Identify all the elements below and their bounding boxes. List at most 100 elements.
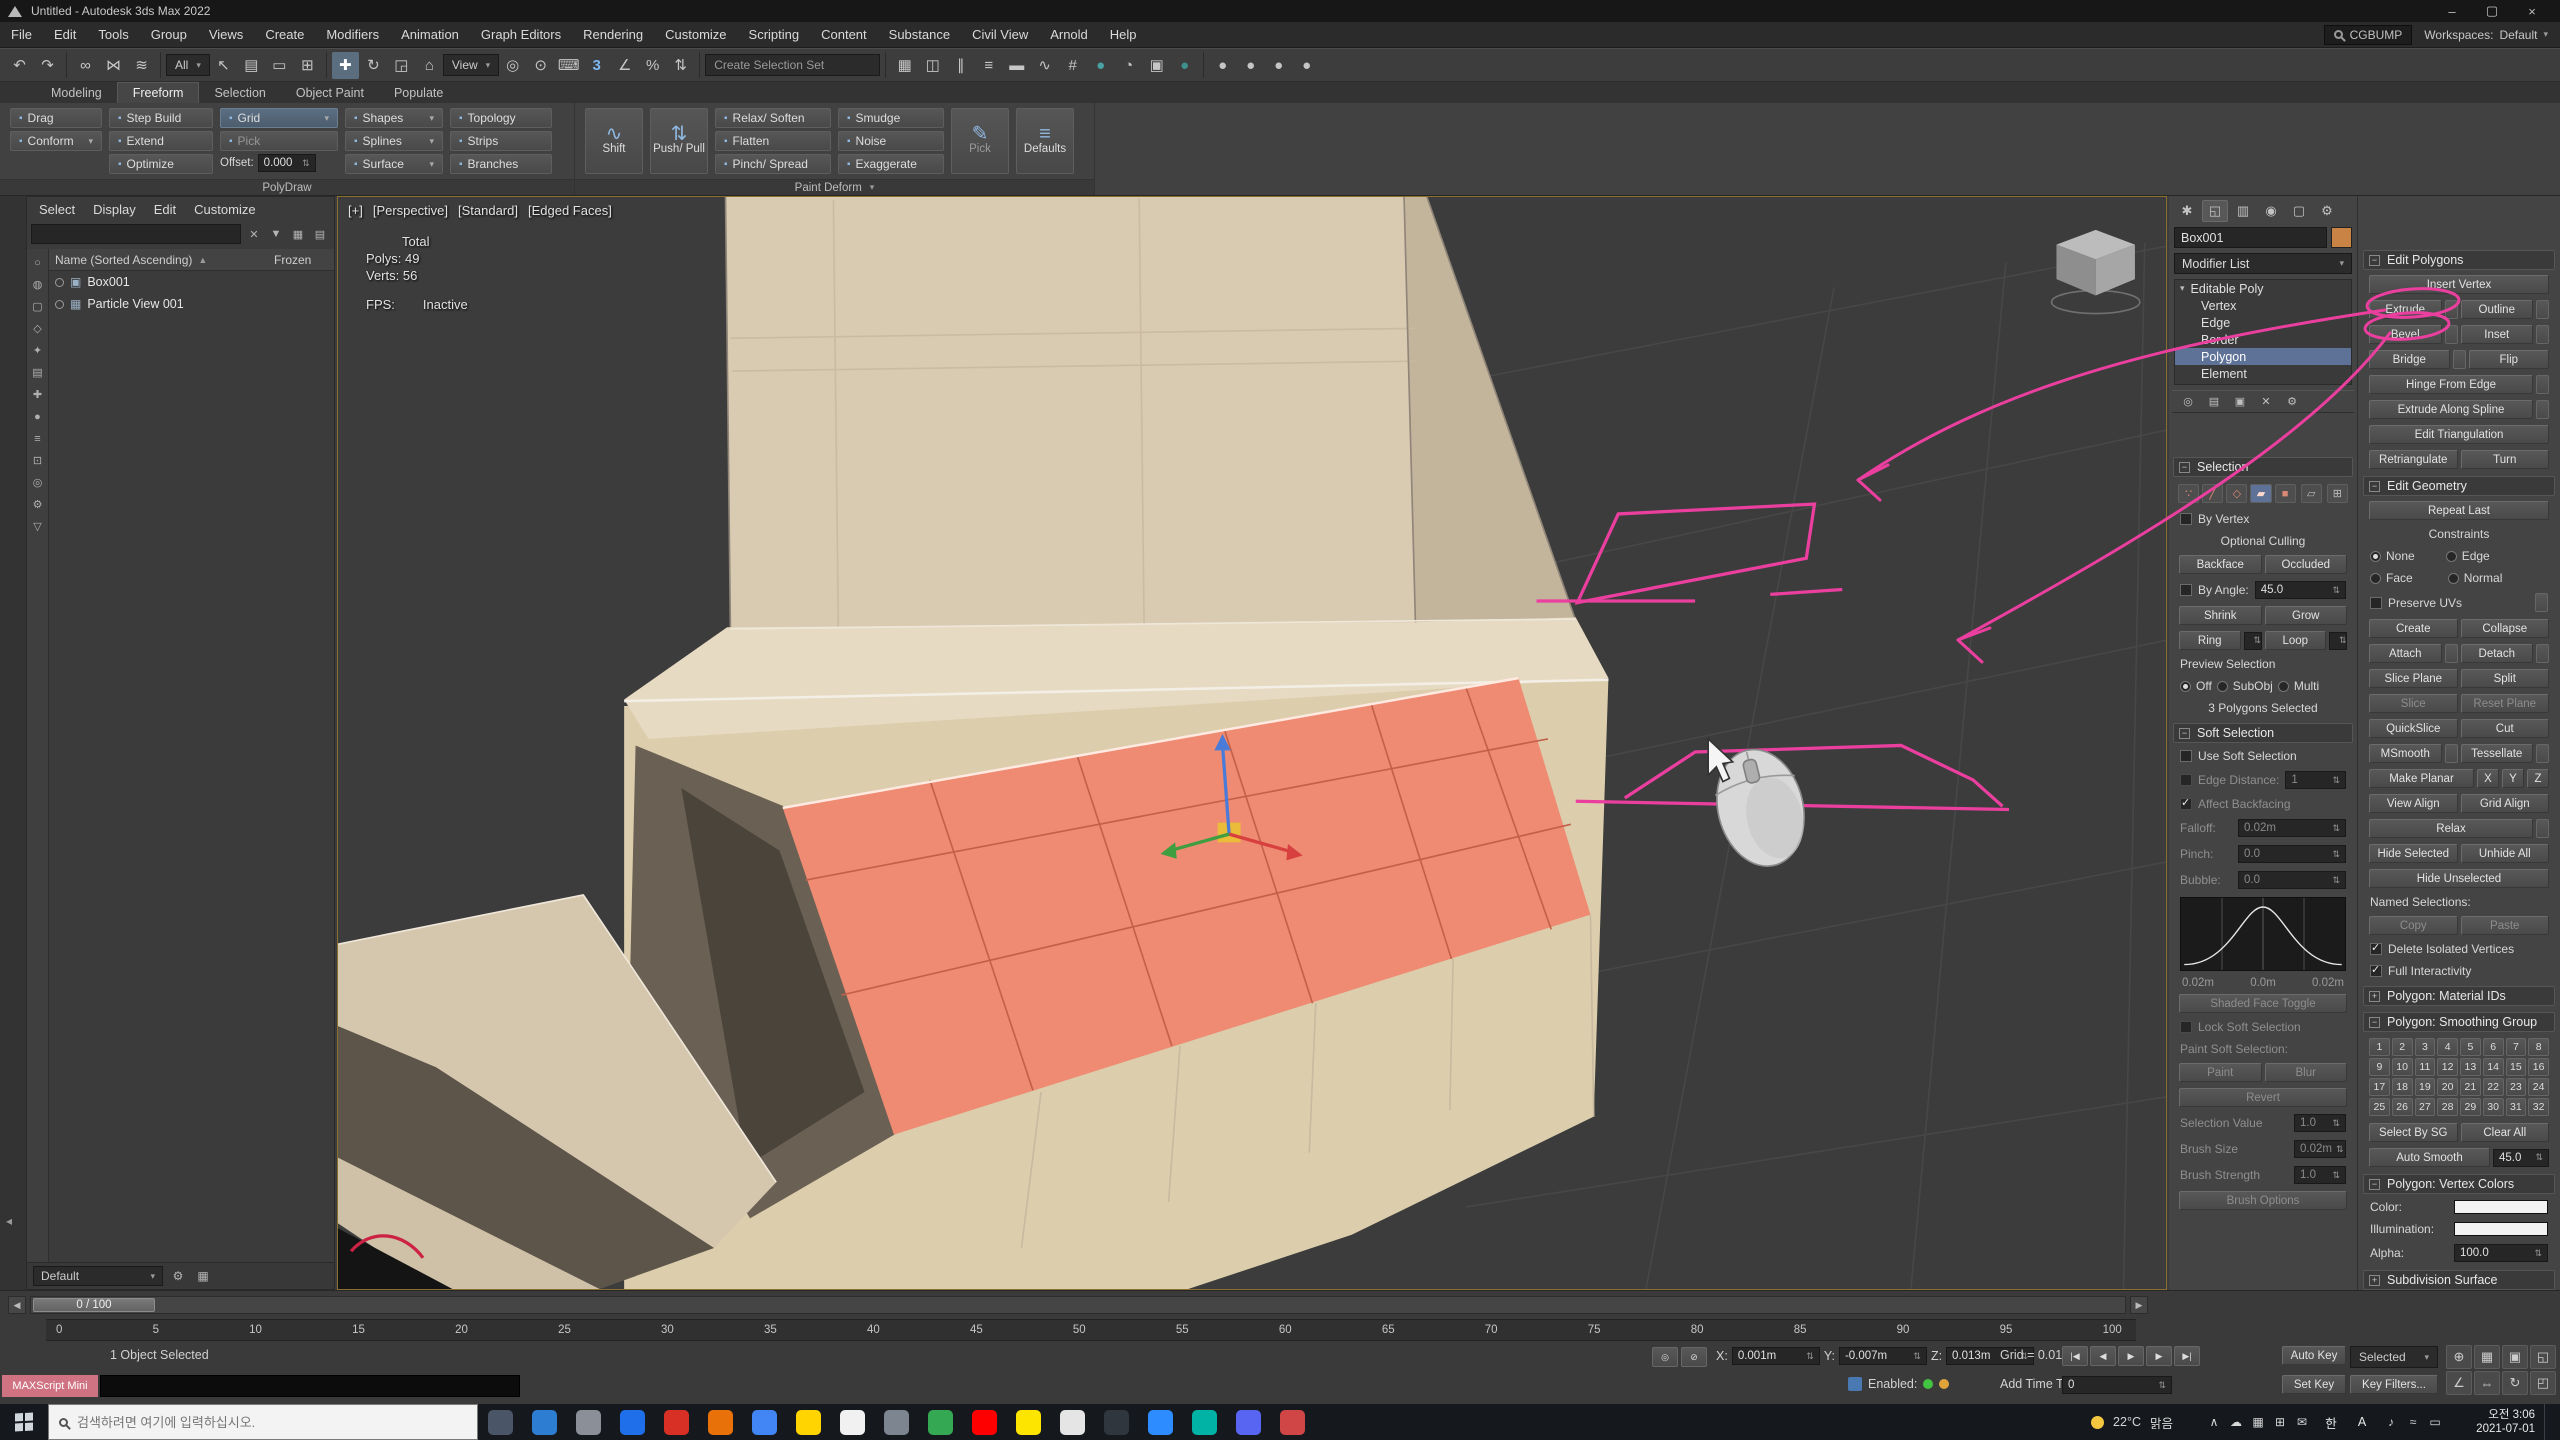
view-options-icon[interactable]: ▤ — [310, 224, 330, 244]
enabled-green-dot-icon[interactable] — [1923, 1379, 1933, 1389]
selection-filter-dropdown[interactable]: All▾ — [166, 54, 210, 76]
enabled-amber-dot-icon[interactable] — [1939, 1379, 1949, 1389]
keyboard-shortcut-override-icon[interactable]: ⌨ — [555, 52, 582, 79]
taskbar-app-1[interactable] — [478, 1404, 522, 1440]
vertex-color-swatch[interactable] — [2454, 1200, 2548, 1214]
slice-plane-button[interactable]: Slice Plane — [2369, 669, 2458, 688]
smoothing-group-button[interactable]: 10 — [2392, 1058, 2413, 1076]
slice-button[interactable]: Slice — [2369, 694, 2458, 713]
smoothing-group-button[interactable]: 13 — [2460, 1058, 2481, 1076]
constraint-edge-radio[interactable] — [2446, 551, 2457, 562]
motion-tab-icon[interactable]: ◉ — [2258, 200, 2284, 222]
edit-named-selection-sets-icon[interactable]: ▦ — [891, 52, 918, 79]
toggle-ribbon-icon[interactable]: ▬ — [1003, 52, 1030, 79]
delete-isolated-vertices-checkbox[interactable] — [2370, 943, 2382, 955]
smoothing-group-button[interactable]: 28 — [2437, 1098, 2458, 1116]
falloff-spinner[interactable]: 0.02m — [2238, 819, 2346, 837]
shift-button[interactable]: Shift — [585, 108, 643, 174]
bridge-button[interactable]: Bridge — [2369, 350, 2450, 369]
preserve-uvs-checkbox[interactable] — [2370, 597, 2382, 609]
paint-button[interactable]: Paint — [2179, 1063, 2262, 1082]
spinner-snap-icon[interactable]: ⇅ — [667, 52, 694, 79]
zoom-region-icon[interactable]: ◱ — [2530, 1345, 2556, 1369]
lock-soft-selection-checkbox[interactable] — [2180, 1021, 2192, 1033]
visibility-dot-icon[interactable] — [55, 278, 64, 287]
stack-editable-poly[interactable]: Editable Poly — [2175, 280, 2351, 297]
smoothing-group-button[interactable]: 8 — [2528, 1038, 2549, 1056]
taskbar-app-11[interactable] — [918, 1404, 962, 1440]
menu-item[interactable]: Civil View — [961, 22, 1039, 48]
menu-item[interactable]: Customize — [654, 22, 737, 48]
blur-button[interactable]: Blur — [2265, 1063, 2348, 1082]
weather-description[interactable]: 맑음 — [2150, 1413, 2173, 1432]
maxscript-mini-listener-label[interactable]: MAXScript Mini — [2, 1375, 98, 1397]
remove-modifier-icon[interactable]: ✕ — [2255, 393, 2277, 411]
menu-item[interactable]: Group — [140, 22, 198, 48]
mail-icon[interactable]: ✉ — [2293, 1415, 2311, 1429]
smoothing-group-button[interactable]: 27 — [2415, 1098, 2436, 1116]
filter-icon[interactable]: ▽ — [29, 519, 47, 534]
clear-search-icon[interactable]: ✕ — [244, 224, 264, 244]
pinch-spread-button[interactable]: Pinch/ Spread — [715, 154, 831, 174]
select-and-place-icon[interactable]: ⌂ — [416, 52, 443, 79]
display-helpers-icon[interactable]: ✚ — [29, 387, 47, 402]
inset-button[interactable]: Inset — [2461, 325, 2534, 344]
display-lights-icon[interactable]: ✦ — [29, 343, 47, 358]
tessellate-button[interactable]: Tessellate — [2461, 744, 2534, 763]
use-soft-selection-checkbox[interactable] — [2180, 750, 2192, 762]
taskbar-app-2[interactable] — [522, 1404, 566, 1440]
tray-chevron-icon[interactable]: ∧ — [2205, 1415, 2223, 1429]
smoothing-group-button[interactable]: 4 — [2437, 1038, 2458, 1056]
loop-button[interactable]: Loop — [2265, 631, 2327, 650]
menu-item[interactable]: Graph Editors — [470, 22, 572, 48]
edge-distance-spinner[interactable]: 1 — [2285, 771, 2346, 789]
msmooth-button[interactable]: MSmooth — [2369, 744, 2442, 763]
edit-triangulation-button[interactable]: Edit Triangulation — [2369, 425, 2549, 444]
redo-icon[interactable]: ↷ — [34, 52, 61, 79]
unlink-selection-icon[interactable]: ⋈ — [100, 52, 127, 79]
smoothing-group-button[interactable]: 31 — [2506, 1098, 2527, 1116]
selection-value-spinner[interactable]: 1.0 — [2294, 1114, 2346, 1132]
relax-soften-button[interactable]: Relax/ Soften — [715, 108, 831, 128]
list-item[interactable]: ▣ Box001 — [49, 271, 334, 293]
splines-button[interactable]: Splines — [345, 131, 443, 151]
hide-unselected-button[interactable]: Hide Unselected — [2369, 869, 2549, 888]
polydraw-pick-button[interactable]: Pick — [220, 131, 338, 151]
defaults-button[interactable]: Defaults — [1016, 108, 1074, 174]
branches-button[interactable]: Branches — [450, 154, 552, 174]
zoom-icon[interactable]: ⊕ — [2446, 1345, 2472, 1369]
optimize-button[interactable]: Optimize — [109, 154, 213, 174]
hide-selected-button[interactable]: Hide Selected — [2369, 844, 2458, 863]
taskbar-app-9[interactable] — [830, 1404, 874, 1440]
display-shapes-icon[interactable]: ◇ — [29, 321, 47, 336]
outline-settings-icon[interactable] — [2536, 300, 2549, 319]
taskbar-app-6[interactable] — [698, 1404, 742, 1440]
bubble-spinner[interactable]: 0.0 — [2238, 871, 2346, 889]
smoothing-group-button[interactable]: 26 — [2392, 1098, 2413, 1116]
settings-icon[interactable]: ⚙ — [29, 497, 47, 512]
edge-mode-icon[interactable]: ╱ — [2202, 484, 2223, 503]
modifier-list-dropdown[interactable]: Modifier List ▾ — [2174, 253, 2352, 274]
menu-item[interactable]: Help — [1099, 22, 1148, 48]
menu-item[interactable]: File — [0, 22, 43, 48]
input-indicator-icon[interactable]: ▭ — [2426, 1415, 2444, 1429]
time-slider-next-button[interactable]: ▶ — [2130, 1296, 2148, 1314]
filter-funnel-icon[interactable]: ▼ — [266, 224, 286, 244]
time-slider-prev-button[interactable]: ◀ — [8, 1296, 26, 1314]
turn-button[interactable]: Turn — [2461, 450, 2550, 469]
select-by-name-icon[interactable]: ▤ — [238, 52, 265, 79]
taskbar-app-7[interactable] — [742, 1404, 786, 1440]
set-key-button[interactable]: Set Key — [2282, 1375, 2346, 1394]
render-production-icon[interactable]: ● — [1171, 52, 1198, 79]
schematic-view-icon[interactable]: # — [1059, 52, 1086, 79]
isolate-selection-toggle-icon[interactable]: ◎ — [1652, 1347, 1678, 1367]
select-by-color-icon[interactable]: ▱ — [2301, 484, 2322, 503]
pin-stack-icon[interactable]: ◎ — [2177, 393, 2199, 411]
taskbar-search-input[interactable] — [77, 1415, 467, 1430]
viewport-canvas[interactable] — [338, 197, 2166, 1289]
illumination-swatch[interactable] — [2454, 1222, 2548, 1236]
push-pull-button[interactable]: Push/ Pull — [650, 108, 708, 174]
object-name-field[interactable]: Box001 — [2174, 227, 2327, 248]
utilities-tab-icon[interactable]: ⚙ — [2314, 200, 2340, 222]
material-editor-icon[interactable]: ● — [1087, 52, 1114, 79]
